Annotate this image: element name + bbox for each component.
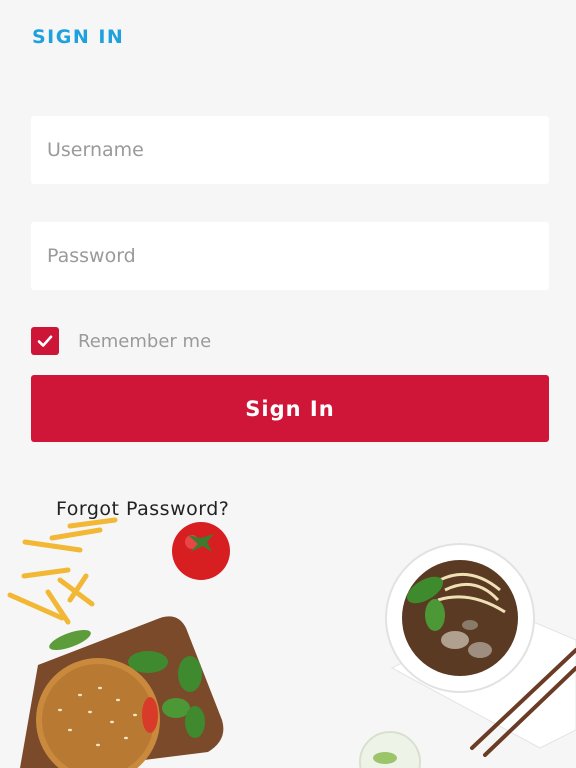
noodle-bowl-image (385, 543, 576, 749)
remember-me-checkbox[interactable] (31, 327, 59, 355)
page-title: SIGN IN (32, 26, 125, 48)
food-illustration (7, 517, 576, 768)
check-icon (37, 335, 53, 347)
drink-glass-image (359, 731, 421, 768)
tomato-image (172, 522, 230, 580)
fries-image (7, 517, 118, 625)
remember-me-label: Remember me (78, 330, 212, 352)
password-input[interactable] (31, 222, 549, 290)
sign-in-button[interactable]: Sign In (31, 375, 549, 442)
remember-me-row[interactable]: Remember me (31, 327, 211, 355)
username-input[interactable] (31, 116, 549, 184)
burger-image (20, 616, 224, 768)
